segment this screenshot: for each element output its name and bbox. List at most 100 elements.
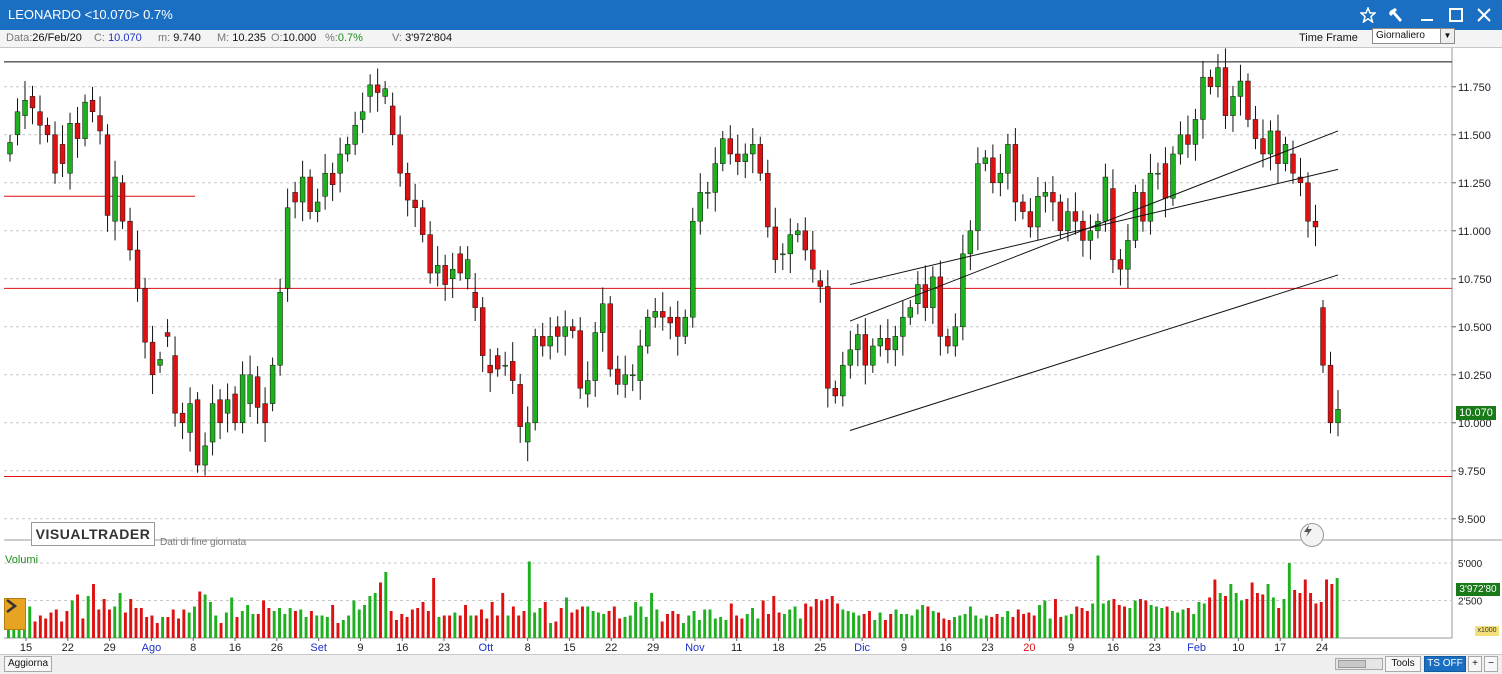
candle-body (1222, 67, 1229, 116)
volume-bar (1048, 618, 1052, 638)
volume-bar (1255, 593, 1259, 638)
candle-body (727, 138, 733, 155)
hammer-icon[interactable] (1384, 4, 1408, 26)
volume-bar (1091, 603, 1095, 638)
x-tick-label: Ott (479, 642, 494, 654)
volume-bar (474, 615, 478, 638)
volume-bar (373, 593, 377, 638)
y-tick-label: 10.750 (1458, 274, 1492, 286)
scroll-thumb[interactable] (1338, 660, 1366, 668)
candle-body (239, 374, 246, 424)
volume-bar (1250, 582, 1254, 638)
candle-body (517, 384, 523, 427)
volume-bar (139, 608, 143, 638)
volume-bar (1277, 608, 1281, 638)
candle-body (74, 123, 81, 139)
volume-bar (570, 612, 574, 638)
volume-bar (1038, 605, 1041, 638)
window-title: LEONARDO <10.070> 0.7% (8, 7, 173, 22)
volume-bar (1101, 603, 1105, 638)
volume-bar (1059, 617, 1063, 638)
candle-body (1267, 130, 1274, 155)
volume-bar (177, 618, 180, 638)
volume-bar (575, 609, 579, 638)
candle-body (690, 220, 696, 318)
candle-body (840, 364, 846, 397)
x-tick-label: 22 (605, 642, 617, 654)
volume-bar (883, 620, 887, 638)
volume-bar (990, 617, 994, 638)
volume-bar (1208, 597, 1212, 638)
candle-body (1290, 153, 1296, 174)
volume-bar (740, 618, 744, 638)
lightning-icon[interactable] (1300, 523, 1324, 547)
volume-bar (437, 617, 441, 638)
candle-body (592, 332, 598, 381)
candle-body (1177, 134, 1184, 155)
volume-bar (830, 596, 834, 638)
minimize-icon[interactable] (1415, 4, 1439, 26)
volume-bar (942, 618, 946, 638)
zoom-out-button[interactable]: − (1484, 656, 1498, 672)
volume-bar (1032, 615, 1036, 638)
candle-body (329, 172, 336, 185)
candle-body (1207, 76, 1214, 88)
maximize-icon[interactable] (1444, 4, 1468, 26)
volume-bar (1054, 599, 1057, 638)
candle-body (600, 303, 606, 333)
volume-bar (729, 603, 733, 638)
volume-bar (1016, 609, 1020, 638)
volume-bar (1261, 594, 1265, 638)
candle-body (299, 176, 306, 203)
price-chart[interactable]: 11.750 11.500 11.250 11.000 10.750 10.500 10.2… (0, 48, 1502, 654)
volume-bar (214, 615, 218, 638)
volume-bar (554, 621, 558, 638)
volume-bar (602, 614, 606, 638)
volume-bar (501, 593, 505, 638)
x-tick-label: 15 (20, 642, 32, 654)
refresh-button[interactable]: Aggiorna (4, 656, 52, 672)
candle-body (1192, 119, 1199, 145)
x-tick-label: Nov (685, 642, 705, 654)
tools-button[interactable]: Tools (1385, 656, 1421, 672)
candle-body (67, 123, 73, 174)
volume-bar (171, 609, 175, 638)
candle-body (22, 99, 28, 116)
volume-bar (379, 582, 382, 638)
chart-scrollbar[interactable] (1335, 658, 1383, 670)
close-icon[interactable] (1472, 4, 1496, 26)
candle-body (224, 399, 231, 414)
candle-body (1252, 119, 1259, 139)
candle-body (1320, 307, 1326, 366)
candle-body (134, 249, 141, 289)
volume-bar (878, 612, 882, 638)
volume-bar (623, 617, 627, 638)
candle-body (817, 280, 823, 287)
candle-body (1312, 220, 1319, 228)
candle-body (870, 345, 876, 366)
volume-bar (458, 615, 462, 638)
zoom-in-button[interactable]: + (1468, 656, 1482, 672)
volume-bar (341, 620, 345, 638)
candle-body (645, 316, 651, 347)
chevron-down-icon[interactable]: ▼ (1440, 29, 1454, 43)
timeframe-select[interactable]: Giornaliero ▼ (1372, 28, 1455, 44)
y-tick-label: 11.250 (1458, 178, 1491, 190)
volume-bar (676, 614, 680, 638)
side-panel-toggle[interactable] (4, 598, 26, 630)
volume-bar (1240, 600, 1243, 638)
volume-bar (894, 609, 898, 638)
volume-bar (60, 621, 64, 638)
volume-bar (772, 596, 776, 638)
ts-off-button[interactable]: TS OFF (1424, 656, 1466, 672)
candle-body (1012, 144, 1019, 203)
volume-bar (1149, 605, 1153, 638)
x-tick-label: 16 (1107, 642, 1119, 654)
candle-body (742, 153, 748, 162)
candle-body (1035, 195, 1041, 228)
chart-area[interactable]: 11.750 11.500 11.250 11.000 10.750 10.500 10.2… (0, 48, 1502, 654)
channel-upper-line (849, 130, 1339, 322)
volume-bar (288, 608, 292, 638)
volume-bar (1080, 608, 1084, 638)
star-icon[interactable] (1356, 4, 1380, 26)
